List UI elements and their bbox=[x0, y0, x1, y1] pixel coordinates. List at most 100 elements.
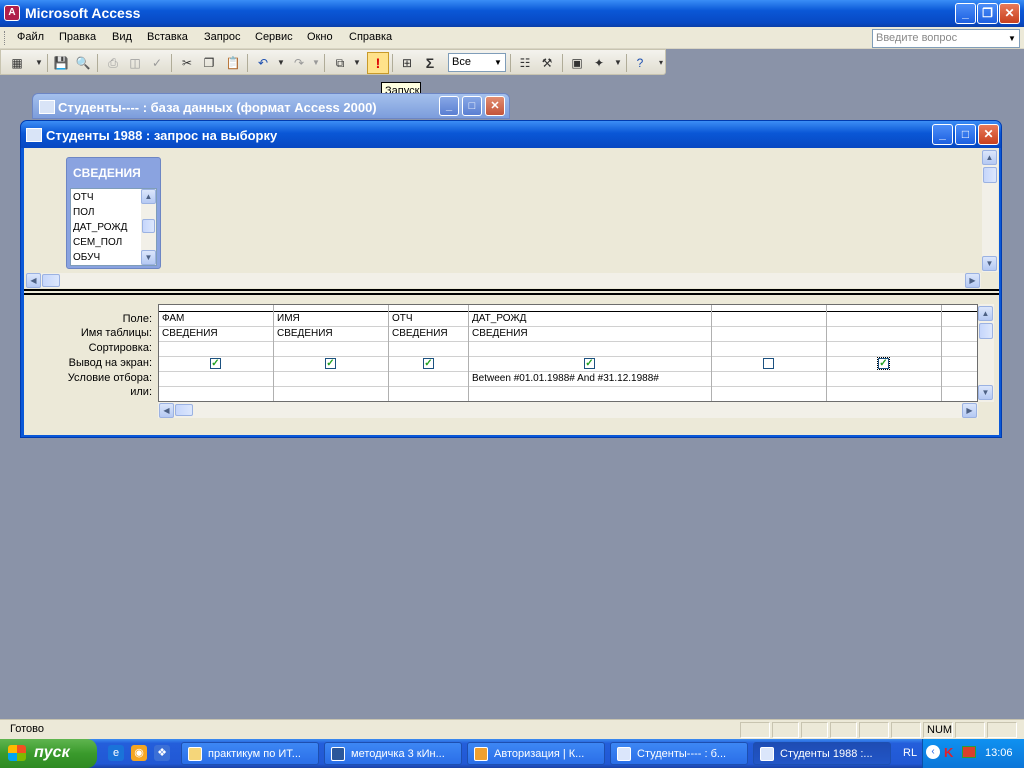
sort-cell[interactable] bbox=[389, 342, 468, 357]
sort-cell[interactable] bbox=[827, 342, 941, 357]
chevron-down-icon[interactable]: ▼ bbox=[610, 55, 626, 71]
query-minimize-button[interactable]: _ bbox=[932, 124, 953, 145]
field-item[interactable]: ДАТ_РОЖД bbox=[73, 222, 127, 233]
grid-vscrollbar[interactable]: ▲ ▼ bbox=[978, 304, 994, 402]
cut-icon[interactable]: ✂ bbox=[179, 55, 195, 71]
query-maximize-button[interactable]: □ bbox=[955, 124, 976, 145]
chevron-down-icon[interactable]: ▼ bbox=[1006, 31, 1018, 46]
help-icon[interactable]: ? bbox=[632, 55, 648, 71]
field-item[interactable]: СЕМ_ПОЛ bbox=[73, 237, 122, 248]
totals-sigma-button[interactable]: Σ bbox=[422, 55, 438, 71]
criteria-cell[interactable]: Between #01.01.1988# And #31.12.1988# bbox=[469, 372, 711, 387]
scroll-thumb[interactable] bbox=[42, 274, 60, 287]
or-cell[interactable] bbox=[827, 387, 941, 401]
criteria-cell[interactable] bbox=[827, 372, 941, 387]
run-query-button[interactable]: ! bbox=[367, 52, 389, 74]
table-cell[interactable]: СВЕДЕНИЯ bbox=[159, 327, 273, 342]
menu-help[interactable]: Справка bbox=[349, 31, 392, 43]
chevron-down-icon[interactable]: ▼ bbox=[308, 55, 324, 71]
grid-column[interactable]: ОТЧ СВЕДЕНИЯ ✓ bbox=[389, 305, 469, 401]
language-indicator[interactable]: RL bbox=[903, 747, 917, 759]
chevron-down-icon[interactable]: ▼ bbox=[31, 55, 47, 71]
menu-insert[interactable]: Вставка bbox=[147, 31, 188, 43]
menu-tools[interactable]: Сервис bbox=[255, 31, 293, 43]
table-cell[interactable]: СВЕДЕНИЯ bbox=[469, 327, 711, 342]
show-table-icon[interactable]: ⊞ bbox=[399, 55, 415, 71]
menu-window[interactable]: Окно bbox=[307, 31, 333, 43]
field-item[interactable]: ОБУЧ bbox=[73, 252, 100, 263]
table-cell[interactable]: СВЕДЕНИЯ bbox=[274, 327, 388, 342]
field-list[interactable]: ОТЧ ПОЛ ДАТ_РОЖД СЕМ_ПОЛ ОБУЧ ▲ ▼ bbox=[70, 188, 157, 266]
chevron-right-icon[interactable]: ▶ bbox=[965, 273, 980, 288]
db-minimize-button[interactable]: _ bbox=[439, 96, 459, 116]
toolbar-options-icon[interactable]: ▾ bbox=[653, 55, 669, 71]
table-pane-hscrollbar[interactable]: ◀ ▶ bbox=[26, 273, 981, 288]
taskbar-item[interactable]: Студенты---- : б... bbox=[610, 742, 748, 765]
table-pane-vscrollbar[interactable]: ▲ ▼ bbox=[982, 150, 998, 272]
scroll-thumb[interactable] bbox=[979, 323, 993, 339]
show-checkbox[interactable]: ✓ bbox=[584, 358, 595, 369]
chevron-down-icon[interactable]: ▼ bbox=[349, 55, 365, 71]
query-close-button[interactable]: ✕ bbox=[978, 124, 999, 145]
app-minimize-button[interactable]: _ bbox=[955, 3, 976, 24]
show-checkbox[interactable]: ✓ bbox=[423, 358, 434, 369]
criteria-cell[interactable] bbox=[942, 372, 977, 387]
scroll-thumb[interactable] bbox=[175, 404, 193, 416]
database-window[interactable]: Студенты---- : база данных (формат Acces… bbox=[32, 93, 510, 119]
clock[interactable]: 13:06 bbox=[985, 747, 1013, 759]
field-cell[interactable] bbox=[827, 312, 941, 327]
antivirus-icon[interactable]: K bbox=[944, 745, 953, 760]
or-cell[interactable] bbox=[942, 387, 977, 401]
save-icon[interactable]: 💾 bbox=[53, 55, 69, 71]
criteria-cell[interactable] bbox=[159, 372, 273, 387]
show-checkbox[interactable]: ✓ bbox=[325, 358, 336, 369]
menubar-grip[interactable] bbox=[4, 31, 7, 45]
column-selector[interactable] bbox=[469, 305, 711, 312]
search-icon[interactable]: 🔍 bbox=[75, 55, 91, 71]
db-close-button[interactable]: ✕ bbox=[485, 96, 505, 116]
taskbar-item[interactable]: Авторизация | К... bbox=[467, 742, 605, 765]
pane-splitter[interactable] bbox=[24, 289, 999, 295]
chevron-left-icon[interactable]: ◀ bbox=[159, 403, 174, 418]
taskbar-item[interactable]: методичка 3 кИн... bbox=[324, 742, 462, 765]
print-preview-icon[interactable]: ◫ bbox=[127, 55, 143, 71]
query-design-grid[interactable]: ФАМ СВЕДЕНИЯ ✓ ИМЯ СВЕДЕНИЯ ✓ ОТЧ СВЕДЕН… bbox=[158, 304, 978, 402]
grid-hscrollbar[interactable]: ◀ ▶ bbox=[158, 402, 978, 418]
new-object-icon[interactable]: ✦ bbox=[591, 55, 607, 71]
app-maximize-button[interactable]: ❐ bbox=[977, 3, 998, 24]
column-selector[interactable] bbox=[712, 305, 826, 312]
criteria-cell[interactable] bbox=[274, 372, 388, 387]
chevron-left-icon[interactable]: ◀ bbox=[26, 273, 41, 288]
or-cell[interactable] bbox=[159, 387, 273, 401]
media-player-icon[interactable]: ◉ bbox=[131, 745, 147, 761]
copy-icon[interactable]: ❐ bbox=[201, 55, 217, 71]
table-field-list[interactable]: СВЕДЕНИЯ ОТЧ ПОЛ ДАТ_РОЖД СЕМ_ПОЛ ОБУЧ ▲… bbox=[66, 157, 161, 269]
column-selector[interactable] bbox=[942, 305, 977, 312]
column-selector[interactable] bbox=[159, 305, 273, 312]
ask-question-box[interactable]: Введите вопрос ▼ bbox=[872, 29, 1020, 48]
field-cell[interactable]: ИМЯ bbox=[274, 312, 388, 327]
menu-file[interactable]: Файл bbox=[17, 31, 44, 43]
paste-icon[interactable]: 📋 bbox=[225, 55, 241, 71]
chevron-down-icon[interactable]: ▼ bbox=[982, 256, 997, 271]
grid-column[interactable] bbox=[712, 305, 827, 401]
start-button[interactable]: пуск bbox=[0, 739, 97, 768]
or-cell[interactable] bbox=[274, 387, 388, 401]
chevron-up-icon[interactable]: ▲ bbox=[982, 150, 997, 165]
field-cell[interactable] bbox=[712, 312, 826, 327]
or-cell[interactable] bbox=[469, 387, 711, 401]
chevron-down-icon[interactable]: ▼ bbox=[492, 55, 504, 70]
menu-edit[interactable]: Правка bbox=[59, 31, 96, 43]
taskbar-item-active[interactable]: Студенты 1988 :... bbox=[753, 742, 891, 765]
or-cell[interactable] bbox=[389, 387, 468, 401]
sort-cell[interactable] bbox=[469, 342, 711, 357]
taskbar-item[interactable]: практикум по ИТ... bbox=[181, 742, 319, 765]
sort-cell[interactable] bbox=[712, 342, 826, 357]
chevron-up-icon[interactable]: ▲ bbox=[978, 306, 993, 321]
network-icon[interactable] bbox=[962, 746, 976, 758]
sort-cell[interactable] bbox=[274, 342, 388, 357]
sort-cell[interactable] bbox=[942, 342, 977, 357]
chevron-left-icon[interactable]: ‹ bbox=[926, 745, 940, 759]
grid-column[interactable]: ✓ bbox=[827, 305, 942, 401]
criteria-cell[interactable] bbox=[712, 372, 826, 387]
